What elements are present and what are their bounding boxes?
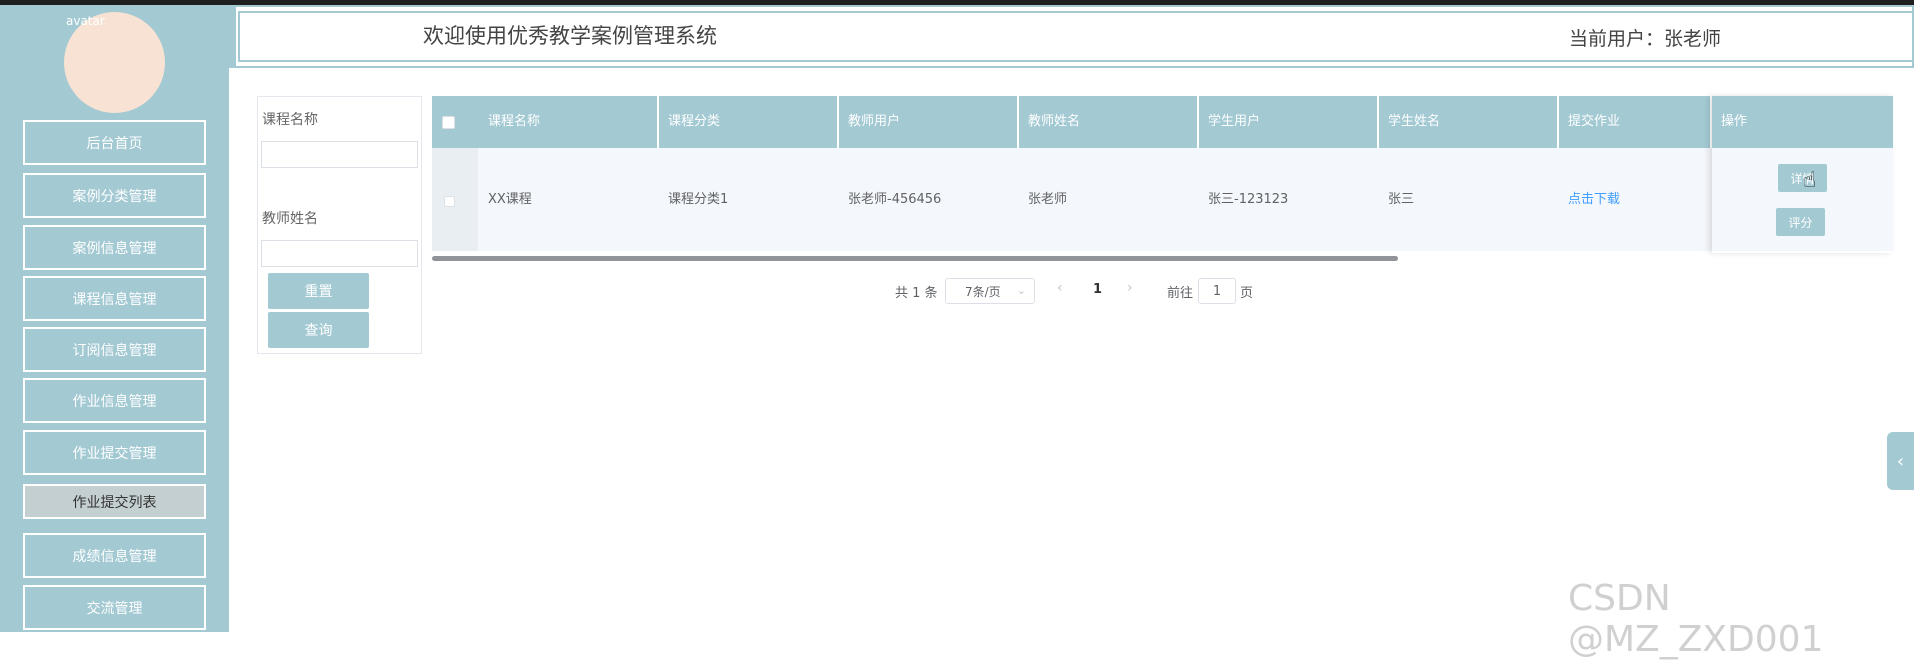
select-all-checkbox[interactable] [442, 116, 455, 129]
next-page-icon[interactable]: › [1127, 280, 1133, 296]
column-header-student-user[interactable]: 学生用户 [1199, 96, 1379, 148]
hand-pointer-icon: ☝ [1803, 168, 1817, 193]
column-header-operation: 操作 [1721, 114, 1748, 129]
current-page-number[interactable]: 1 [1093, 282, 1102, 297]
watermark: CSDN @MZ_ZXD001 [1568, 578, 1824, 660]
sidebar-item-home[interactable]: 后台首页 [23, 120, 206, 165]
table-row [432, 148, 1893, 251]
query-button[interactable]: 查询 [268, 312, 369, 348]
course-name-input[interactable] [261, 141, 418, 168]
cell-student-user: 张三-123123 [1208, 192, 1289, 207]
column-header-course-name[interactable]: 课程名称 [479, 96, 659, 148]
goto-prefix-label: 前往 [1167, 285, 1194, 301]
course-name-label: 课程名称 [262, 112, 318, 128]
cell-student-name: 张三 [1388, 192, 1415, 207]
chevron-down-icon: ⌄ [1016, 284, 1026, 297]
sidebar-item-homework-submit[interactable]: 作业提交管理 [23, 430, 206, 475]
sidebar-item-case-category[interactable]: 案例分类管理 [23, 173, 206, 218]
grade-button[interactable]: 评分 [1776, 208, 1825, 236]
sidebar-item-course-info[interactable]: 课程信息管理 [23, 276, 206, 321]
collapse-panel-toggle[interactable]: ‹ [1887, 432, 1914, 490]
pagination-total: 共 1 条 [895, 285, 938, 301]
column-header-course-category[interactable]: 课程分类 [659, 96, 839, 148]
column-header-teacher-user[interactable]: 教师用户 [839, 96, 1019, 148]
avatar-alt-text: avatar [66, 14, 105, 28]
page-size-select[interactable]: 7条/页 ⌄ [945, 278, 1035, 304]
cell-course-category: 课程分类1 [668, 192, 729, 207]
column-header-teacher-name[interactable]: 教师姓名 [1019, 96, 1199, 148]
sidebar-item-grade-info[interactable]: 成绩信息管理 [23, 533, 206, 578]
current-user-label: 当前用户：张老师 [1569, 28, 1722, 50]
sidebar-item-case-info[interactable]: 案例信息管理 [23, 225, 206, 270]
cell-teacher-name: 张老师 [1028, 192, 1068, 207]
column-header-submit-homework[interactable]: 提交作业 [1559, 96, 1712, 148]
prev-page-icon[interactable]: ‹ [1057, 280, 1063, 296]
column-header-student-name[interactable]: 学生姓名 [1379, 96, 1559, 148]
row-checkbox-cell [432, 148, 478, 251]
sidebar-item-homework-submit-list[interactable]: 作业提交列表 [23, 484, 206, 519]
teacher-name-label: 教师姓名 [262, 211, 318, 227]
goto-page-input[interactable]: 1 [1198, 278, 1236, 304]
page-title: 欢迎使用优秀教学案例管理系统 [423, 24, 717, 48]
cell-teacher-user: 张老师-456456 [848, 192, 942, 207]
sidebar-item-subscription[interactable]: 订阅信息管理 [23, 327, 206, 372]
download-homework-link[interactable]: 点击下载 [1559, 148, 1620, 251]
chevron-left-icon: ‹ [1896, 450, 1905, 472]
row-checkbox[interactable] [444, 196, 455, 207]
page-size-value: 7条/页 [965, 284, 1001, 299]
reset-button[interactable]: 重置 [268, 273, 369, 309]
sidebar-item-communication[interactable]: 交流管理 [23, 585, 206, 630]
sidebar-item-homework-info[interactable]: 作业信息管理 [23, 378, 206, 423]
horizontal-scrollbar[interactable] [432, 256, 1398, 261]
cell-course-name: XX课程 [488, 192, 532, 207]
goto-suffix-label: 页 [1240, 285, 1254, 301]
teacher-name-input[interactable] [261, 240, 418, 267]
